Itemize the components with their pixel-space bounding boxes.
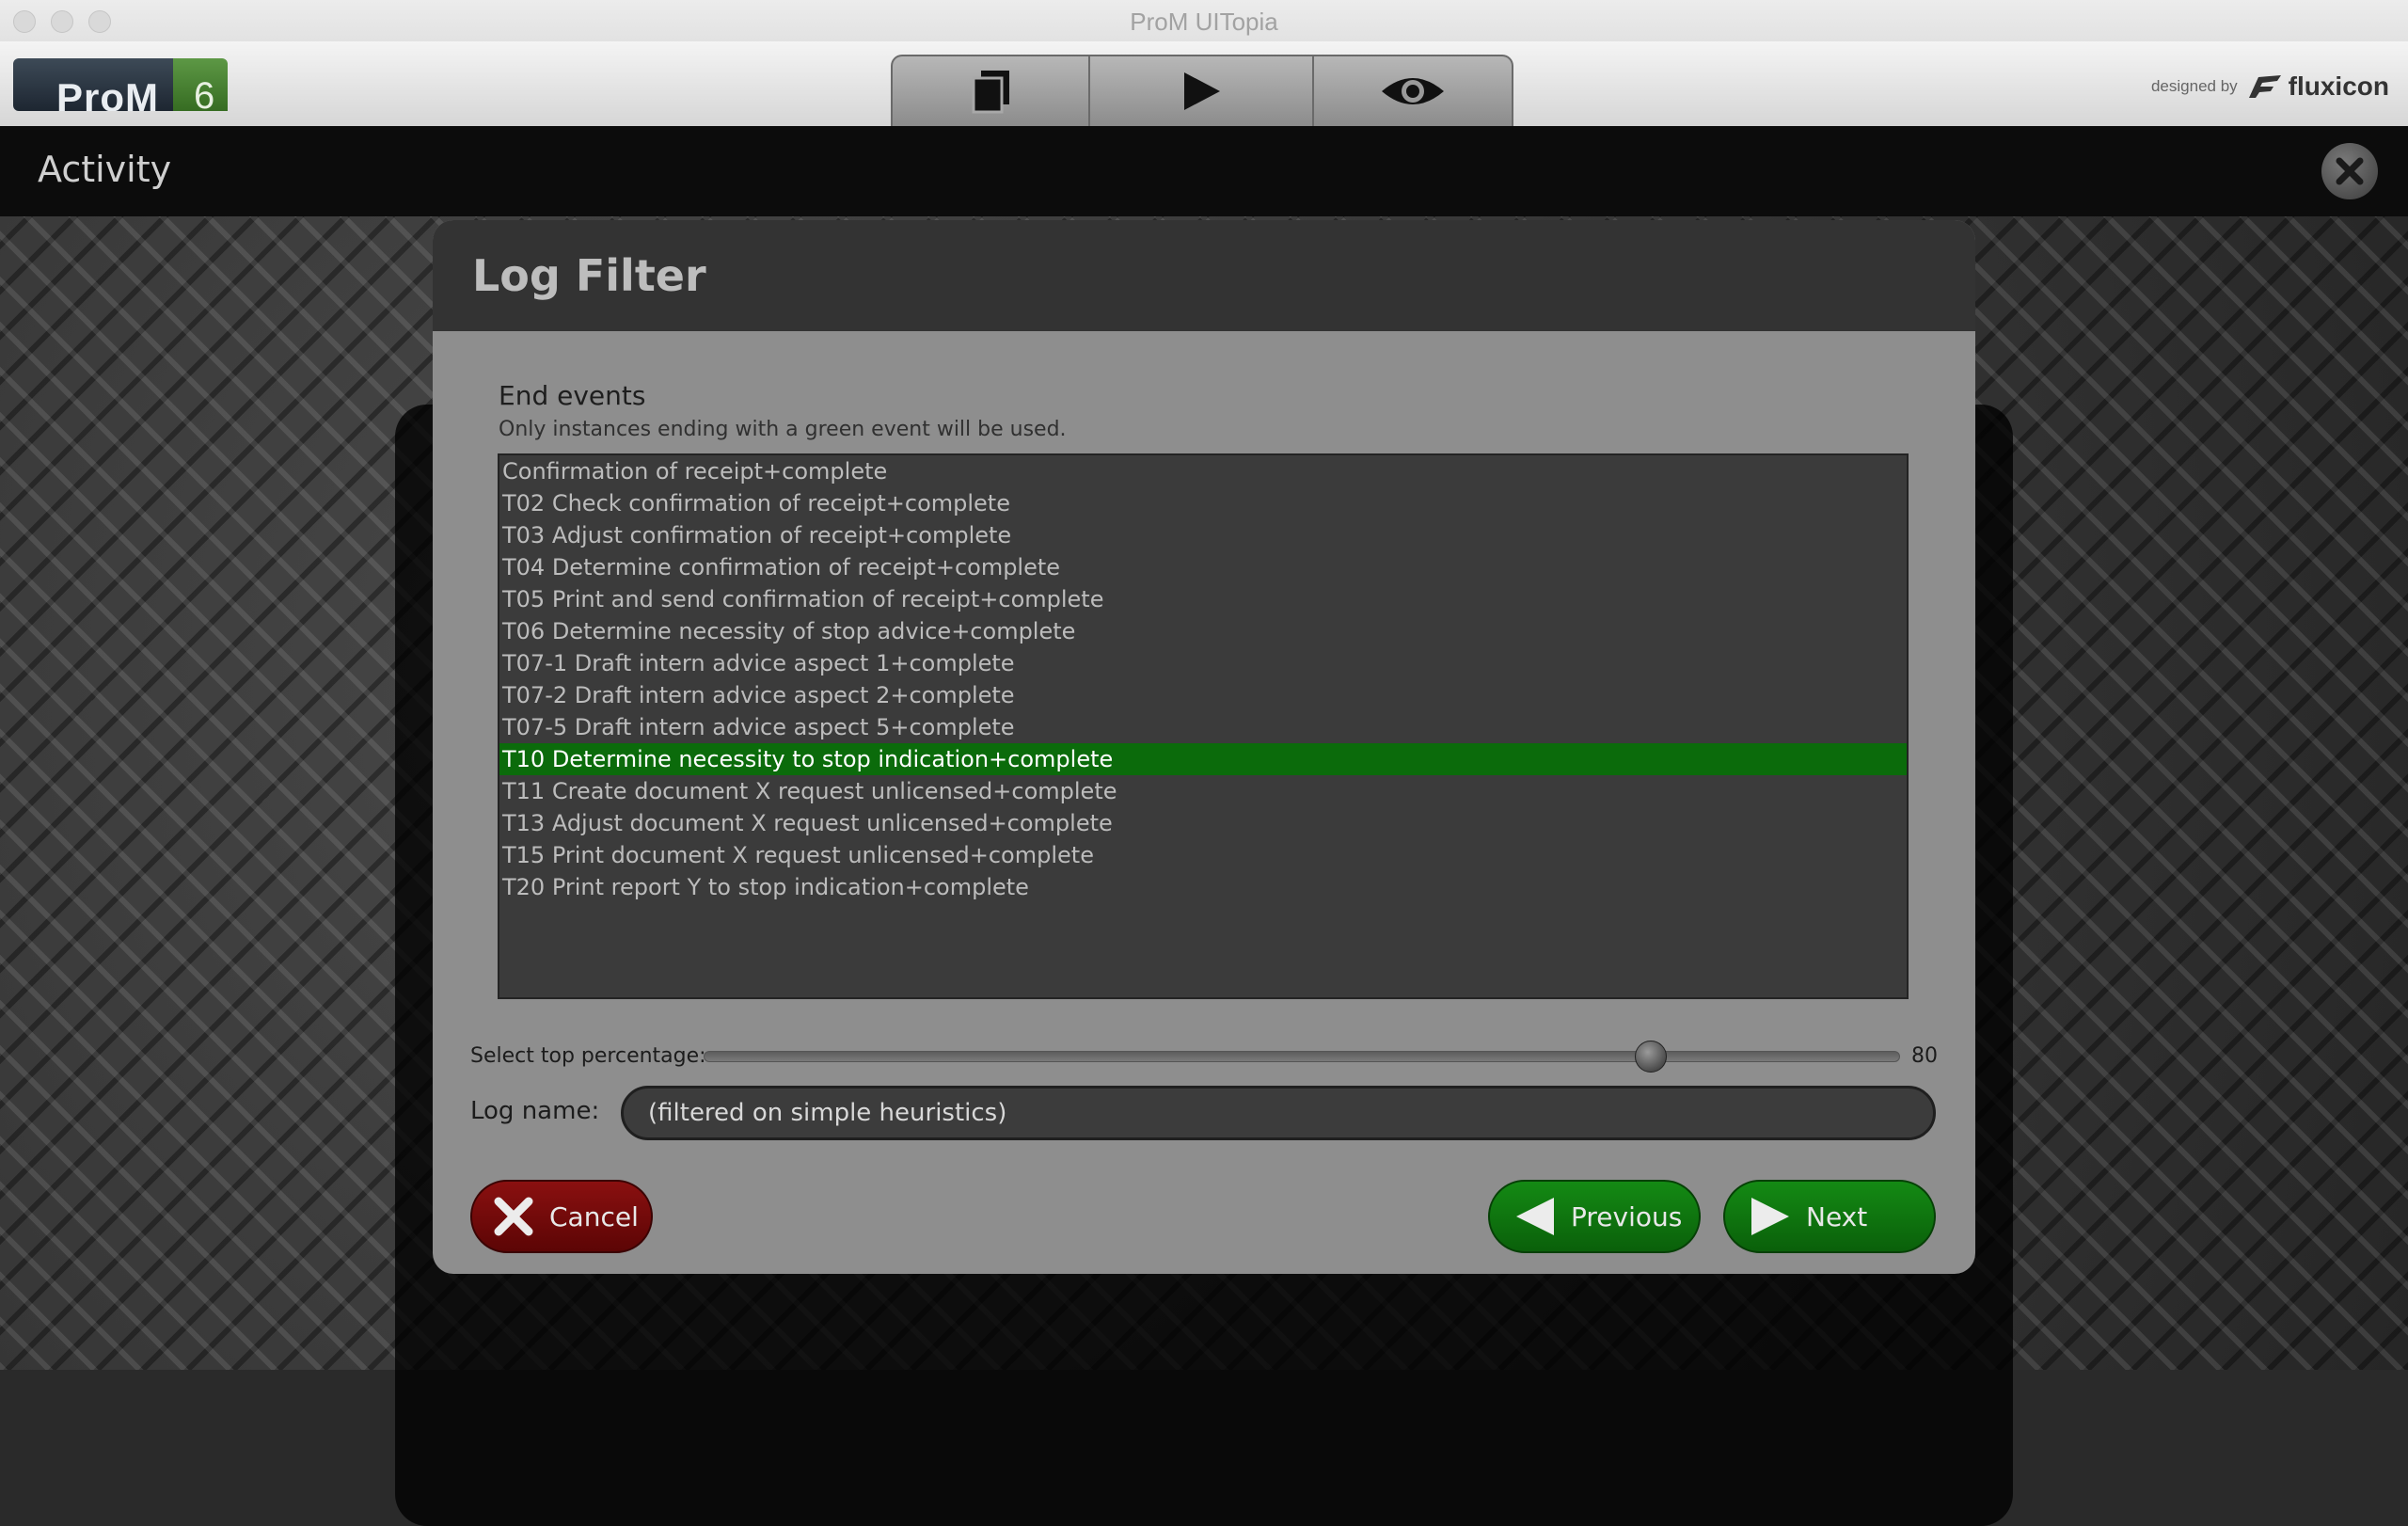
credit-prefix: designed by [2150, 77, 2238, 95]
previous-button[interactable]: Previous [1488, 1180, 1701, 1253]
log-filter-dialog: Log Filter End events Only instances end… [433, 220, 1975, 1274]
percentage-slider-track[interactable] [704, 1051, 1900, 1062]
event-list-item[interactable]: T03 Adjust confirmation of receipt+compl… [499, 519, 1907, 551]
previous-label: Previous [1571, 1200, 1683, 1232]
event-list-item[interactable]: T11 Create document X request unlicensed… [499, 775, 1907, 807]
tab-actions[interactable] [1088, 55, 1314, 126]
log-name-input[interactable] [621, 1086, 1936, 1140]
activity-title: Activity [38, 149, 172, 190]
percentage-slider-knob[interactable] [1635, 1041, 1668, 1073]
tab-views[interactable] [1312, 55, 1513, 126]
workspace-icon [972, 71, 1009, 114]
event-list-item[interactable]: T07-5 Draft intern advice aspect 5+compl… [499, 711, 1907, 743]
activity-bar: Activity [0, 126, 2408, 216]
event-list-item[interactable]: T07-1 Draft intern advice aspect 1+compl… [499, 647, 1907, 679]
cancel-label: Cancel [549, 1200, 639, 1232]
log-name-label: Log name: [470, 1097, 600, 1125]
dialog-title: Log Filter [472, 250, 706, 301]
arrow-left-icon [1514, 1196, 1556, 1237]
dialog-header: Log Filter [433, 220, 1975, 331]
fluxicon-credit: designed by fluxicon [2151, 72, 2389, 102]
end-events-list[interactable]: Confirmation of receipt+complete T02 Chec… [498, 453, 1909, 999]
window-title: ProM UITopia [1130, 8, 1278, 36]
perspective-tabs [891, 55, 1513, 126]
slider-value: 80 [1911, 1044, 1938, 1068]
play-icon [1184, 72, 1220, 110]
event-list-item[interactable]: T10 Determine necessity to stop indicati… [499, 743, 1907, 775]
section-subtitle: Only instances ending with a green event… [499, 418, 1067, 441]
fluxicon-logo-icon [2248, 75, 2281, 98]
eye-icon [1382, 78, 1444, 104]
prom-logo: ProM 6 [13, 58, 228, 111]
credit-name: fluxicon [2288, 72, 2389, 101]
next-label: Next [1806, 1200, 1868, 1232]
close-icon [2336, 157, 2364, 185]
event-list-item[interactable]: Confirmation of receipt+complete [499, 455, 1907, 487]
arrow-right-icon [1750, 1196, 1791, 1237]
tab-workspace[interactable] [891, 55, 1090, 126]
event-list-item[interactable]: T02 Check confirmation of receipt+comple… [499, 487, 1907, 519]
cancel-button[interactable]: Cancel [470, 1180, 653, 1253]
section-title: End events [499, 380, 646, 411]
slider-label: Select top percentage: [470, 1044, 706, 1068]
event-list-item[interactable]: T13 Adjust document X request unlicensed… [499, 807, 1907, 839]
logo-version: 6 [194, 75, 215, 111]
event-list-item[interactable]: T05 Print and send confirmation of recei… [499, 583, 1907, 615]
event-list-item[interactable]: T07-2 Draft intern advice aspect 2+compl… [499, 679, 1907, 711]
event-list-item[interactable]: T15 Print document X request unlicensed+… [499, 839, 1907, 871]
window-titlebar: ProM UITopia [0, 0, 2408, 42]
close-activity-button[interactable] [2321, 143, 2378, 199]
event-list-item[interactable]: T04 Determine confirmation of receipt+co… [499, 551, 1907, 583]
cancel-x-icon [493, 1196, 534, 1237]
next-button[interactable]: Next [1723, 1180, 1936, 1253]
event-list-item[interactable]: T06 Determine necessity of stop advice+c… [499, 615, 1907, 647]
event-list-item[interactable]: T20 Print report Y to stop indication+co… [499, 871, 1907, 903]
logo-text: ProM [56, 75, 159, 111]
prom-toolbar: ProM 6 designed by fluxicon [0, 41, 2408, 126]
